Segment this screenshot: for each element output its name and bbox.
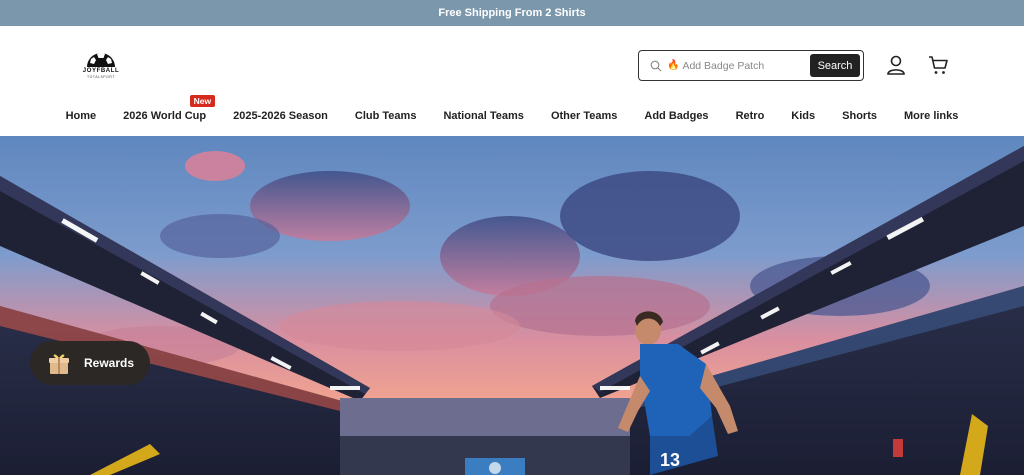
main-nav: Home 2026 World Cup New 2025-2026 Season …	[0, 95, 1024, 127]
site-logo[interactable]: JOYFBALL TOTALSPORT	[80, 45, 122, 89]
nav-item-club-teams[interactable]: Club Teams	[341, 107, 430, 127]
logo-tagline: TOTALSPORT	[87, 75, 115, 79]
soccer-ball-icon	[87, 47, 115, 67]
cart-icon[interactable]	[927, 54, 949, 76]
nav-item-home[interactable]: Home	[52, 107, 110, 127]
account-icon[interactable]	[885, 54, 907, 76]
nav-label: Home	[65, 110, 97, 122]
new-badge: New	[189, 95, 216, 107]
hero-banner[interactable]: 13	[0, 136, 1024, 475]
nav-label: Shorts	[842, 110, 877, 122]
nav-item-world-cup[interactable]: 2026 World Cup New	[110, 95, 220, 127]
search-icon	[650, 60, 662, 71]
nav-label: Other Teams	[550, 110, 618, 122]
search-bar: 🔥 Search	[638, 50, 864, 81]
nav-item-other-teams[interactable]: Other Teams	[537, 107, 630, 127]
gift-box-icon	[49, 354, 69, 374]
nav-item-add-badges[interactable]: Add Badges	[631, 107, 722, 127]
search-input[interactable]	[682, 59, 805, 72]
nav-label: Add Badges	[644, 110, 709, 122]
nav-label: Kids	[791, 110, 816, 122]
nav-label: National Teams	[443, 110, 524, 122]
nav-item-shorts[interactable]: Shorts	[829, 107, 891, 127]
rewards-button[interactable]: Rewards	[30, 341, 150, 385]
nav-label: 2025-2026 Season	[233, 110, 328, 122]
announcement-text: Free Shipping From 2 Shirts	[438, 7, 586, 19]
nav-label: Retro	[735, 110, 765, 122]
announcement-bar: Free Shipping From 2 Shirts	[0, 0, 1024, 26]
hero-image: 13	[0, 136, 1024, 475]
nav-item-more-links[interactable]: More links	[890, 107, 971, 127]
rewards-label: Rewards	[84, 356, 135, 370]
nav-item-retro[interactable]: Retro	[722, 107, 778, 127]
search-button[interactable]: Search	[810, 54, 860, 77]
site-header: JOYFBALL TOTALSPORT 🔥 Search Home 2026 W…	[0, 26, 1024, 136]
logo-name: JOYFBALL	[82, 68, 120, 74]
nav-label: 2026 World Cup	[123, 110, 207, 122]
nav-label: Club Teams	[354, 110, 417, 122]
flame-icon: 🔥	[667, 60, 680, 71]
nav-label: More links	[903, 110, 959, 122]
jersey-number: 13	[660, 450, 680, 470]
nav-item-national-teams[interactable]: National Teams	[430, 107, 538, 127]
nav-item-kids[interactable]: Kids	[778, 107, 829, 127]
nav-item-season[interactable]: 2025-2026 Season	[220, 107, 342, 127]
